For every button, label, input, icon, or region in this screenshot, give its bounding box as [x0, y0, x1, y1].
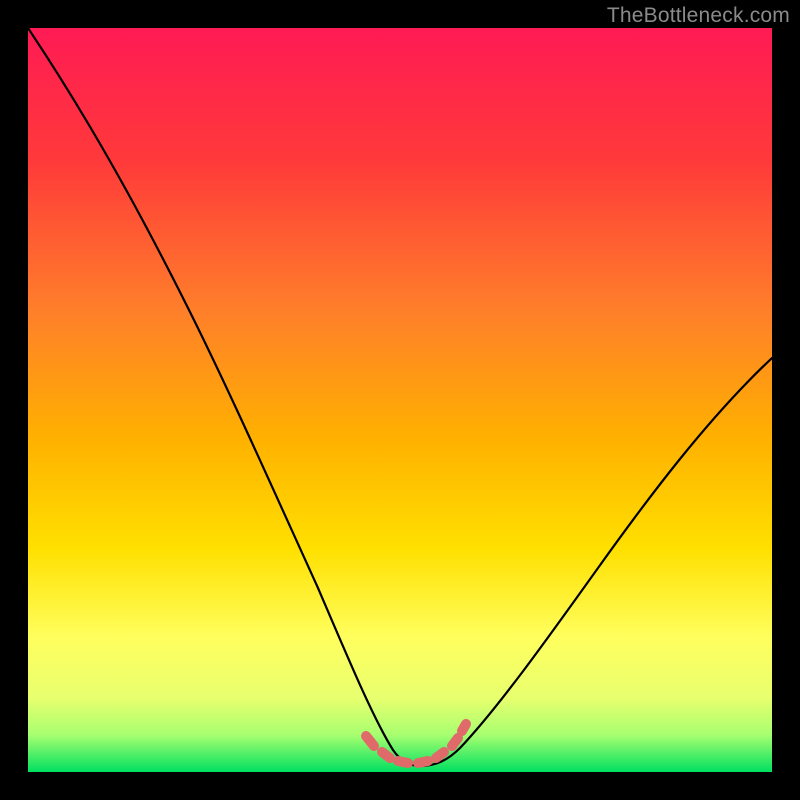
chart-container: TheBottleneck.com: [0, 0, 800, 800]
chart-svg: [28, 28, 772, 772]
gradient-background: [28, 28, 772, 772]
watermark-text: TheBottleneck.com: [607, 4, 790, 28]
plot-area: [28, 28, 772, 772]
